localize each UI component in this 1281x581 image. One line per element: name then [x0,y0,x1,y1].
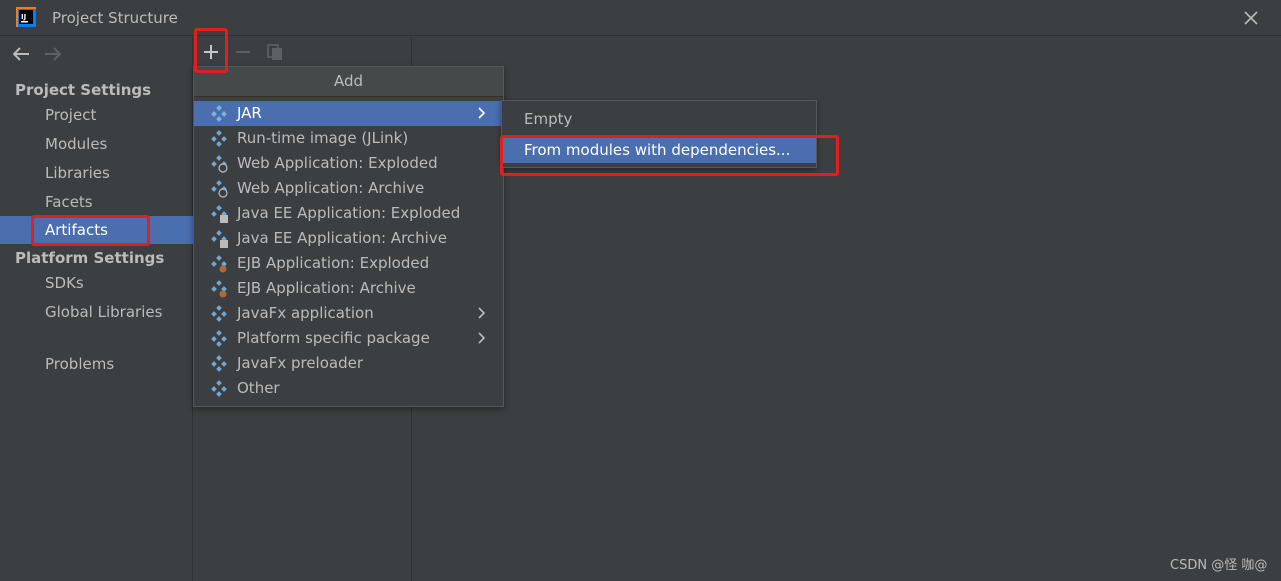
highlight-artifacts-item [31,215,150,246]
menu-item-label: Web Application: Archive [237,179,425,197]
menu-item-label: EJB Application: Exploded [237,254,430,272]
menu-item-javaee-exploded[interactable]: Java EE Application: Exploded [194,201,503,226]
menu-item-javafx-application[interactable]: JavaFx application [194,301,503,326]
highlight-plus-button [194,28,228,73]
javaee-artifact-icon [211,230,228,248]
submenu-item-empty[interactable]: Empty [502,106,816,132]
menu-item-label: Run-time image (JLink) [237,129,409,147]
javaee-artifact-icon [211,205,228,223]
sidebar-item-modules[interactable]: Modules [0,130,193,158]
web-artifact-icon [211,180,228,198]
menu-item-label: Java EE Application: Archive [237,229,447,247]
menu-item-label: JAR [237,104,262,122]
copy-icon[interactable] [264,41,286,63]
sidebar-item-project[interactable]: Project [0,101,193,129]
menu-item-platform-package[interactable]: Platform specific package [194,326,503,351]
close-icon[interactable] [1243,10,1259,26]
settings-sidebar: Project Settings Project Modules Librari… [0,37,193,581]
artifact-icon [211,130,227,147]
project-settings-heading: Project Settings [15,81,152,99]
sidebar-item-facets[interactable]: Facets [0,188,193,216]
chevron-right-icon [478,332,486,344]
menu-item-label: JavaFx application [237,304,374,322]
menu-item-web-archive[interactable]: Web Application: Archive [194,176,503,201]
ejb-artifact-icon [211,280,227,298]
intellij-logo-icon: IJ [16,7,36,27]
watermark-text: CSDN @怪 咖@ [1170,558,1268,573]
menu-item-ejb-archive[interactable]: EJB Application: Archive [194,276,503,301]
menu-item-ejb-exploded[interactable]: EJB Application: Exploded [194,251,503,276]
menu-item-label: EJB Application: Archive [237,279,416,297]
menu-item-label: Platform specific package [237,329,430,347]
sidebar-item-global-libraries[interactable]: Global Libraries [0,298,193,326]
menu-item-label: Java EE Application: Exploded [237,204,461,222]
artifact-icon [211,355,227,372]
artifact-icon [211,380,227,397]
window-title: Project Structure [52,9,178,27]
minus-icon[interactable] [232,41,254,63]
menu-item-label: Other [237,379,280,397]
sidebar-item-libraries[interactable]: Libraries [0,159,193,187]
menu-item-other[interactable]: Other [194,376,503,401]
menu-item-jar[interactable]: JAR [194,101,503,126]
web-artifact-icon [211,155,228,173]
artifact-icon [211,330,227,347]
menu-item-javafx-preloader[interactable]: JavaFx preloader [194,351,503,376]
menu-item-runtime-image[interactable]: Run-time image (JLink) [194,126,503,151]
forward-arrow-icon[interactable] [42,43,64,65]
sidebar-item-sdks[interactable]: SDKs [0,269,193,297]
menu-item-javaee-archive[interactable]: Java EE Application: Archive [194,226,503,251]
highlight-from-modules-item [500,135,839,176]
back-arrow-icon[interactable] [10,43,32,65]
svg-text:IJ: IJ [21,13,26,21]
add-artifact-menu: Add JAR Run-time image (JLink) Web Appli… [193,66,504,407]
menu-item-web-exploded[interactable]: Web Application: Exploded [194,151,503,176]
add-menu-header: Add [194,67,503,97]
ejb-artifact-icon [211,255,227,273]
chevron-right-icon [478,307,486,319]
platform-settings-heading: Platform Settings [15,249,165,267]
sidebar-item-problems[interactable]: Problems [0,350,193,378]
chevron-right-icon [478,107,486,119]
title-bar: IJ Project Structure [0,0,1281,36]
menu-item-label: JavaFx preloader [237,354,363,372]
menu-item-label: Web Application: Exploded [237,154,438,172]
artifact-icon [211,305,227,322]
artifact-icon [211,105,227,122]
